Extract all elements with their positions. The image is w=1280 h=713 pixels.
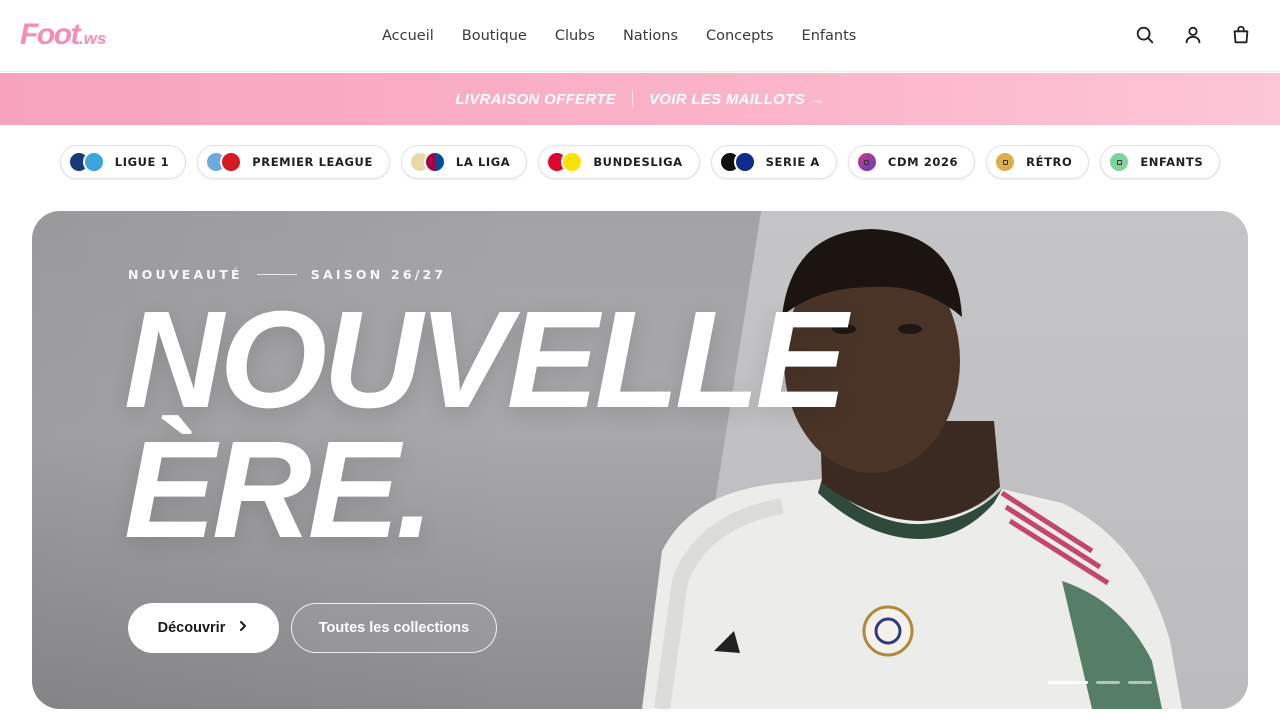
- chevron-right-icon: [237, 620, 249, 636]
- league-pill-label: CDM 2026: [887, 155, 959, 169]
- club-crests: [855, 151, 878, 173]
- carousel-dot-1[interactable]: [1048, 681, 1088, 684]
- om-crest-icon: [82, 151, 105, 173]
- all-collections-button[interactable]: Toutes les collections: [291, 603, 497, 653]
- carousel-indicators: [1048, 681, 1152, 684]
- kids-badge-icon: [1108, 151, 1131, 173]
- nav-item-enfants[interactable]: Enfants: [788, 25, 871, 47]
- header-actions: [1134, 24, 1252, 46]
- square-glyph-icon: [864, 159, 870, 165]
- hero-banner: NOUVEAUTÉ SAISON 26/27 NOUVELLE ÈRE. Déc…: [32, 211, 1248, 709]
- barcelona-crest-icon: [423, 151, 446, 173]
- discover-button-label: Découvrir: [157, 620, 226, 636]
- league-pill-label: RÉTRO: [1026, 155, 1073, 169]
- arsenal-crest-icon: [220, 151, 243, 173]
- hero-headline: NOUVELLE ÈRE.: [124, 291, 847, 559]
- league-pills: LIGUE 1 PREMIER LEAGUE LA LIGA BUNDESLIG…: [0, 145, 1280, 179]
- main-nav: Accueil Boutique Clubs Nations Concepts …: [368, 25, 870, 47]
- promo-divider: [631, 90, 633, 108]
- nav-item-boutique[interactable]: Boutique: [448, 25, 541, 47]
- league-pill-label: LA LIGA: [455, 155, 511, 169]
- league-pill-cdm-2026[interactable]: CDM 2026: [847, 145, 976, 179]
- promo-free-shipping: LIVRAISON OFFERTE: [455, 90, 616, 108]
- league-pill-enfants[interactable]: ENFANTS: [1100, 145, 1221, 179]
- carousel-dot-2[interactable]: [1096, 681, 1120, 684]
- cart-icon[interactable]: [1230, 24, 1252, 46]
- league-pill-premier-league[interactable]: PREMIER LEAGUE: [197, 145, 390, 179]
- promo-see-jerseys-link[interactable]: VOIR LES MAILLOTS →: [649, 91, 825, 108]
- eyebrow-divider: [256, 274, 297, 275]
- club-crests: [408, 151, 446, 173]
- league-pill-label: SERIE A: [765, 155, 820, 169]
- league-pill-label: LIGUE 1: [114, 155, 170, 169]
- discover-button[interactable]: Découvrir: [128, 603, 279, 653]
- league-pill-retro[interactable]: RÉTRO: [986, 145, 1090, 179]
- logo-text: Foot: [20, 18, 80, 51]
- logo-suffix: .ws: [78, 29, 107, 48]
- club-crests: [1108, 151, 1131, 173]
- hero-eyebrow: NOUVEAUTÉ SAISON 26/27: [128, 267, 446, 282]
- all-collections-button-label: Toutes les collections: [318, 620, 470, 636]
- league-pill-label: ENFANTS: [1140, 155, 1204, 169]
- club-crests: [205, 151, 243, 173]
- user-icon[interactable]: [1182, 24, 1204, 46]
- square-glyph-icon: [1002, 159, 1008, 165]
- hero-eyebrow-new: NOUVEAUTÉ: [128, 267, 243, 282]
- retro-badge-icon: [994, 151, 1017, 173]
- square-glyph-icon: [1116, 159, 1122, 165]
- hero-eyebrow-season: SAISON 26/27: [310, 267, 447, 282]
- nav-item-concepts[interactable]: Concepts: [692, 25, 788, 47]
- club-crests: [718, 151, 756, 173]
- league-pill-ligue-1[interactable]: LIGUE 1: [59, 145, 187, 179]
- league-pill-la-liga[interactable]: LA LIGA: [400, 145, 528, 179]
- club-crests: [994, 151, 1017, 173]
- league-pill-bundesliga[interactable]: BUNDESLIGA: [538, 145, 700, 179]
- nav-item-nations[interactable]: Nations: [609, 25, 692, 47]
- world-cup-badge-icon: [855, 151, 878, 173]
- inter-crest-icon: [733, 151, 756, 173]
- search-icon[interactable]: [1134, 24, 1156, 46]
- club-crests: [546, 151, 584, 173]
- nav-item-clubs[interactable]: Clubs: [541, 25, 609, 47]
- site-header: Foot.ws Accueil Boutique Clubs Nations C…: [0, 0, 1280, 72]
- league-pill-label: PREMIER LEAGUE: [252, 155, 373, 169]
- logo[interactable]: Foot.ws: [20, 18, 106, 56]
- league-pill-label: BUNDESLIGA: [593, 155, 683, 169]
- nav-item-accueil[interactable]: Accueil: [368, 25, 448, 47]
- carousel-dot-3[interactable]: [1128, 681, 1152, 684]
- dortmund-crest-icon: [561, 151, 584, 173]
- promo-bar: LIVRAISON OFFERTE VOIR LES MAILLOTS →: [0, 73, 1280, 125]
- league-pill-serie-a[interactable]: SERIE A: [710, 145, 837, 179]
- club-crests: [67, 151, 105, 173]
- hero-headline-line-2: ÈRE.: [124, 413, 434, 567]
